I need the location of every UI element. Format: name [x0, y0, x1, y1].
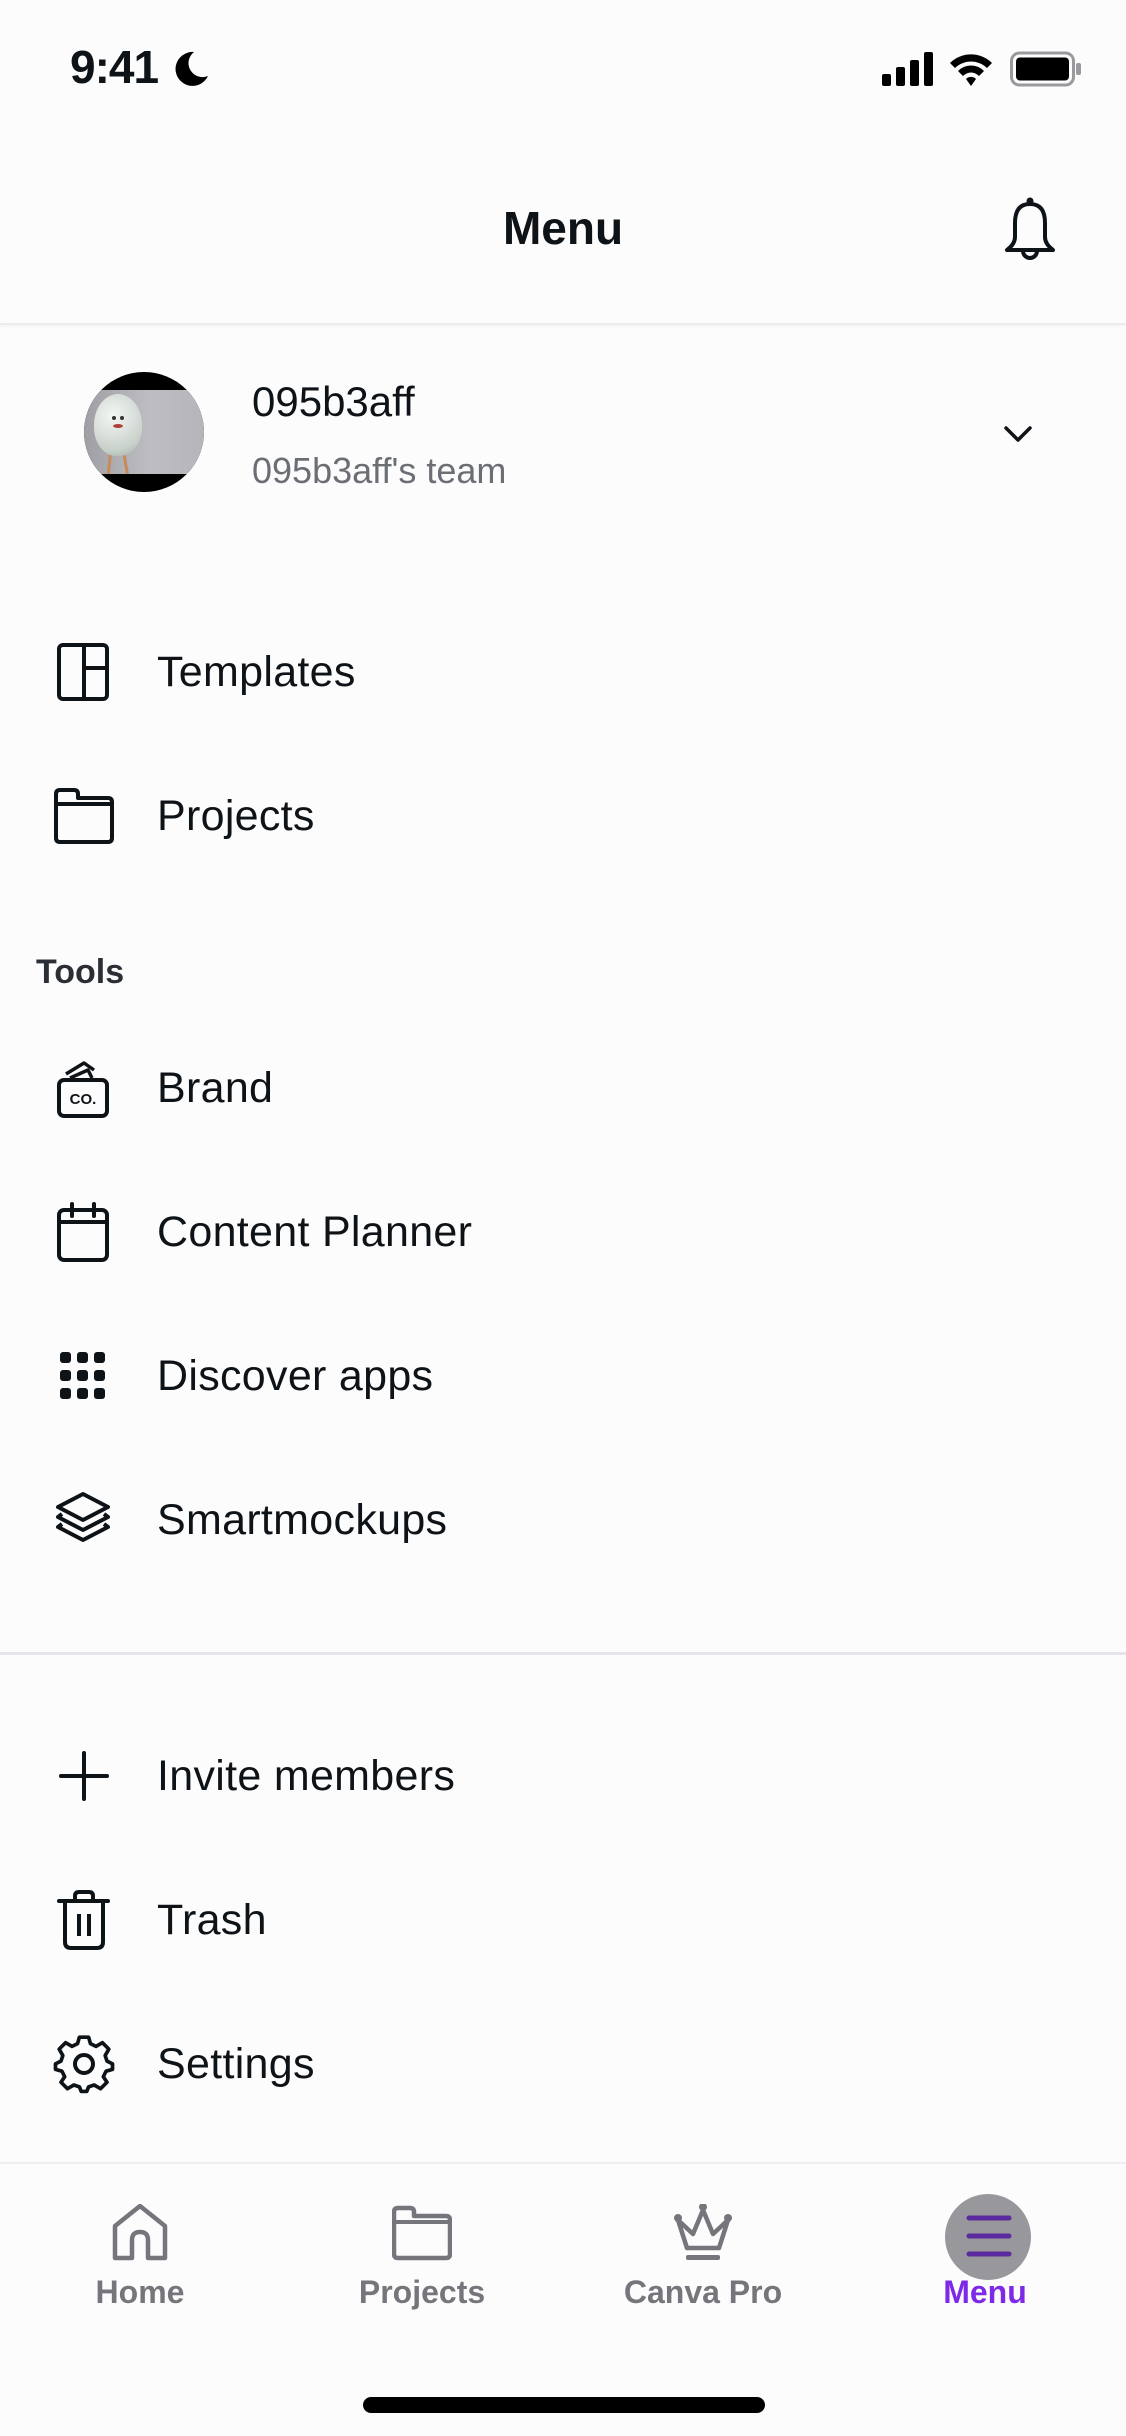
menu-item-label: Settings [157, 2040, 315, 2088]
bell-icon[interactable] [1000, 195, 1060, 263]
moon-icon [175, 51, 208, 86]
account-name: 095b3aff [252, 378, 415, 425]
nav-tab-home[interactable]: Home [40, 2204, 240, 2324]
menu-item-label: Templates [157, 648, 356, 696]
nav-tab-label: Home [95, 2274, 185, 2310]
gear-icon [53, 2035, 115, 2094]
layers-icon [56, 1492, 110, 1542]
account-switcher[interactable]: 095b3aff 095b3aff's team [0, 350, 1126, 520]
account-team: 095b3aff's team [252, 450, 507, 491]
crown-icon [674, 2204, 732, 2260]
menu-item-label: Smartmockups [157, 1496, 448, 1544]
cellular-signal-icon [882, 52, 933, 86]
menu-item-label: Content Planner [157, 1208, 473, 1256]
apps-grid-icon [60, 1352, 105, 1399]
menu-item-label: Brand [157, 1064, 274, 1112]
chevron-down-icon[interactable] [1000, 416, 1036, 452]
menu-item-discover-apps[interactable]: Discover apps [0, 1316, 1126, 1436]
wifi-icon [950, 54, 992, 86]
status-bar: 9:41 [0, 0, 1126, 135]
svg-text:CO.: CO. [70, 1091, 97, 1108]
menu-item-label: Discover apps [157, 1352, 434, 1400]
bottom-nav: Home Projects Canva Pro Menu [0, 2162, 1126, 2436]
menu-item-label: Projects [157, 792, 315, 840]
nav-tab-projects[interactable]: Projects [322, 2204, 522, 2324]
calendar-icon [57, 1202, 109, 1262]
templates-layout-icon [57, 643, 109, 701]
menu-item-trash[interactable]: Trash [0, 1860, 1126, 1980]
menu-item-settings[interactable]: Settings [0, 2004, 1126, 2124]
menu-item-label: Invite members [157, 1752, 456, 1800]
home-indicator[interactable] [363, 2397, 765, 2413]
menu-item-projects[interactable]: Projects [0, 756, 1126, 876]
plus-icon [59, 1751, 109, 1801]
menu-item-brand[interactable]: CO. Brand [0, 1028, 1126, 1148]
menu-item-content-planner[interactable]: Content Planner [0, 1172, 1126, 1292]
trash-icon [57, 1890, 110, 1950]
nav-tab-label: Projects [358, 2274, 486, 2310]
brand-kit-icon: CO. [57, 1061, 109, 1118]
battery-icon [1010, 51, 1081, 87]
header: Menu [0, 135, 1126, 325]
menu-item-templates[interactable]: Templates [0, 612, 1126, 732]
hamburger-menu-icon [966, 2215, 1012, 2257]
menu-item-invite-members[interactable]: Invite members [0, 1716, 1126, 1836]
nav-tab-canva-pro[interactable]: Canva Pro [603, 2204, 803, 2324]
folder-icon [54, 788, 114, 844]
section-divider [0, 1652, 1126, 1655]
page-title: Menu [502, 202, 624, 254]
menu-item-smartmockups[interactable]: Smartmockups [0, 1460, 1126, 1580]
home-icon [112, 2204, 168, 2261]
folder-icon [392, 2205, 452, 2261]
section-title-tools: Tools [36, 953, 125, 991]
menu-item-label: Trash [157, 1896, 267, 1944]
nav-tab-menu[interactable]: Menu [885, 2194, 1085, 2324]
nav-tab-label: Canva Pro [623, 2274, 783, 2310]
avatar [84, 372, 204, 492]
status-time: 9:41 [70, 41, 159, 93]
